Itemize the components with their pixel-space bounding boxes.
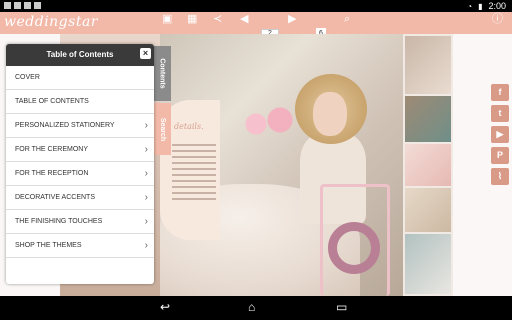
wifi-icon: ◔	[467, 1, 473, 11]
home-icon[interactable]: ⌂	[248, 300, 255, 314]
youtube-icon[interactable]: ▶	[491, 126, 509, 143]
next-page-icon[interactable]: ▶	[288, 13, 296, 25]
app-logo: weddingstar	[4, 14, 98, 30]
toc-item-personalized-stationery[interactable]: PERSONALIZED STATIONERY ›	[6, 114, 154, 138]
previous-page-icon[interactable]: ◀	[240, 13, 248, 25]
toc-item-table-of-contents[interactable]: TABLE OF CONTENTS	[6, 90, 154, 114]
chevron-right-icon: ›	[144, 240, 148, 251]
back-icon[interactable]: ↩	[160, 300, 170, 314]
notification-icon	[4, 2, 11, 9]
thumbnail[interactable]	[405, 144, 451, 186]
toc-item-the-finishing-touches[interactable]: THE FINISHING TOUCHES ›	[6, 210, 154, 234]
battery-icon: ▮	[478, 1, 483, 11]
notification-icon	[14, 2, 21, 9]
tab-search[interactable]: Search	[154, 103, 171, 155]
thumbnail[interactable]	[405, 188, 451, 232]
magazine-icon[interactable]: ▣	[162, 13, 172, 25]
script-text: details.	[174, 122, 204, 131]
android-status-bar: ◔ ▮ 2:00	[0, 0, 512, 12]
table-of-contents-panel: Table of Contents × COVER TABLE OF CONTE…	[6, 44, 154, 284]
notification-icon	[24, 2, 31, 9]
chevron-right-icon: ›	[144, 192, 148, 203]
facebook-icon[interactable]: f	[491, 84, 509, 101]
toc-item-for-the-ceremony[interactable]: FOR THE CEREMONY ›	[6, 138, 154, 162]
share-icon[interactable]: ≺	[213, 13, 222, 25]
wreath	[328, 222, 380, 274]
close-icon[interactable]: ×	[140, 48, 151, 59]
recent-apps-icon[interactable]: ▭	[336, 300, 347, 314]
thumbnail-strip	[403, 34, 453, 296]
flowers	[238, 104, 298, 144]
toc-item-cover[interactable]: COVER	[6, 66, 154, 90]
toc-title: Table of Contents ×	[6, 44, 154, 66]
twitter-icon[interactable]: t	[491, 105, 509, 122]
social-links: f t ▶ P ⌇	[491, 84, 509, 185]
bride-face	[313, 92, 347, 136]
thumbnails-icon[interactable]: ▦	[187, 13, 197, 25]
chevron-right-icon: ›	[144, 216, 148, 227]
toc-item-shop-the-themes[interactable]: SHOP THE THEMES ›	[6, 234, 154, 258]
chevron-right-icon: ›	[144, 144, 148, 155]
toc-item-for-the-reception[interactable]: FOR THE RECEPTION ›	[6, 162, 154, 186]
notification-icon	[34, 2, 41, 9]
pinterest-icon[interactable]: P	[491, 147, 509, 164]
chevron-right-icon: ›	[144, 120, 148, 131]
tab-contents[interactable]: Contents	[154, 46, 171, 101]
info-icon[interactable]: ⓘ	[492, 13, 503, 25]
search-icon[interactable]: ⌕	[344, 13, 350, 25]
rss-icon[interactable]: ⌇	[491, 168, 509, 185]
thumbnail[interactable]	[405, 36, 451, 94]
android-nav-bar: ↩ ⌂ ▭	[0, 296, 512, 320]
chevron-right-icon: ›	[144, 168, 148, 179]
clock: 2:00	[488, 1, 506, 11]
thumbnail[interactable]	[405, 96, 451, 142]
toc-item-decorative-accents[interactable]: DECORATIVE ACCENTS ›	[6, 186, 154, 210]
app-toolbar: weddingstar ▣ ▦ ≺ ◀ 2 ▶ 6 ⌕ ⓘ	[0, 12, 512, 39]
thumbnail[interactable]	[405, 234, 451, 294]
